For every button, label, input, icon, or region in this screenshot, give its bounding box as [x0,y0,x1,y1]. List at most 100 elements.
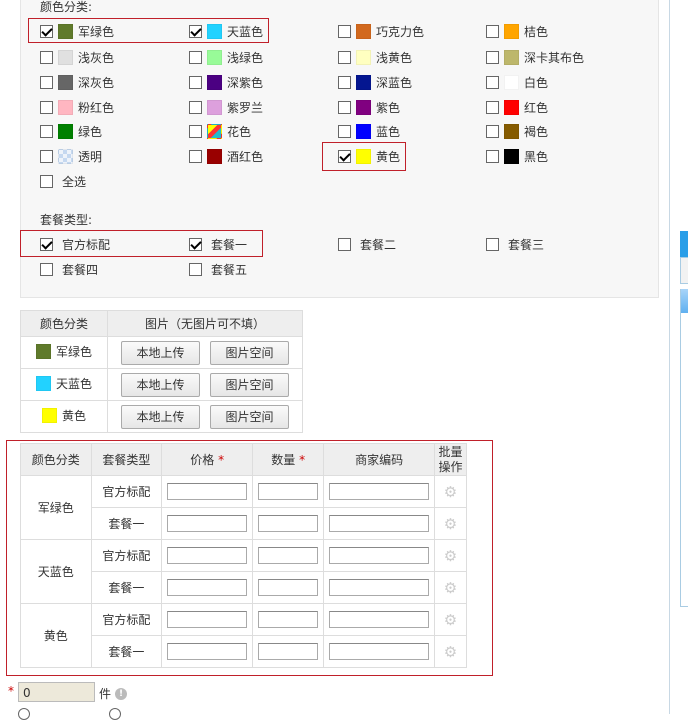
color-label: 桔色 [524,24,549,39]
quantity-input[interactable] [258,643,319,660]
color-option[interactable]: 粉红色 [40,99,114,115]
checkbox[interactable] [486,24,499,38]
gear-icon[interactable]: ⚙ [444,547,457,565]
checkbox[interactable] [486,50,499,64]
side-panel-tab[interactable] [680,231,688,257]
gear-icon[interactable]: ⚙ [444,611,457,629]
checkbox[interactable] [40,174,53,188]
checkbox[interactable] [338,124,351,138]
color-option[interactable]: 红色 [486,99,548,115]
checkbox[interactable] [486,75,499,89]
image-space-button[interactable]: 图片空间 [210,372,289,397]
checkbox[interactable] [189,262,202,276]
quantity-input[interactable] [258,483,319,500]
checkbox[interactable] [486,124,499,138]
color-label: 浅绿色 [227,50,264,65]
color-option[interactable]: 酒红色 [189,148,263,164]
merchant-code-input[interactable] [329,547,430,564]
checkbox[interactable] [486,100,499,114]
color-option[interactable]: 绿色 [40,123,102,139]
merchant-code-input[interactable] [329,515,430,532]
checkbox[interactable] [486,149,499,163]
checkbox[interactable] [189,75,202,89]
color-option[interactable]: 蓝色 [338,123,400,139]
checkbox[interactable] [40,100,53,114]
color-option[interactable]: 浅黄色 [338,49,412,65]
quantity-input[interactable] [258,579,319,596]
color-option[interactable]: 巧克力色 [338,23,424,39]
package-option[interactable]: 官方标配 [40,236,110,252]
color-option[interactable]: 白色 [486,74,548,90]
checkbox[interactable] [338,24,351,38]
image-space-button[interactable]: 图片空间 [210,404,289,429]
color-option[interactable]: 褐色 [486,123,548,139]
checkbox[interactable] [189,100,202,114]
color-option[interactable]: 透明 [40,148,102,164]
color-option[interactable]: 浅灰色 [40,49,114,65]
gear-icon[interactable]: ⚙ [444,579,457,597]
color-label: 花色 [227,124,252,139]
image-space-button[interactable]: 图片空间 [210,340,289,365]
merchant-code-input[interactable] [329,483,430,500]
package-option[interactable]: 套餐三 [486,236,544,252]
checkbox[interactable] [40,124,53,138]
checkbox[interactable] [338,237,351,251]
checkbox[interactable] [40,149,53,163]
checkbox[interactable] [486,237,499,251]
merchant-code-input[interactable] [329,611,430,628]
package-option[interactable]: 套餐五 [189,261,247,277]
col-header: 颜色分类 [20,310,108,337]
checkbox[interactable] [189,149,202,163]
color-option[interactable]: 浅绿色 [189,49,263,65]
package-option[interactable]: 套餐二 [338,236,396,252]
checkbox[interactable] [338,50,351,64]
info-icon[interactable]: ! [115,688,127,700]
checkbox[interactable] [40,237,53,251]
quantity-input[interactable] [258,547,319,564]
checkbox[interactable] [40,262,53,276]
price-input[interactable] [167,483,248,500]
package-label: 套餐五 [211,262,248,277]
local-upload-button[interactable]: 本地上传 [121,340,200,365]
checkbox[interactable] [189,237,202,251]
price-input[interactable] [167,515,248,532]
checkbox[interactable] [338,75,351,89]
gear-icon[interactable]: ⚙ [444,483,457,501]
local-upload-button[interactable]: 本地上传 [121,404,200,429]
color-option[interactable]: 深灰色 [40,74,114,90]
package-option[interactable]: 套餐一 [189,236,247,252]
color-option[interactable]: 桔色 [486,23,548,39]
color-label: 蓝色 [376,124,401,139]
select-all-checkbox[interactable]: 全选 [40,173,86,189]
color-option[interactable]: 花色 [189,123,251,139]
checkbox[interactable] [189,50,202,64]
local-upload-button[interactable]: 本地上传 [121,372,200,397]
total-quantity-input[interactable]: 0 [18,682,95,702]
price-input[interactable] [167,547,248,564]
table-row: 黄色 官方标配 ⚙ [20,603,467,668]
quantity-input[interactable] [258,611,319,628]
price-input[interactable] [167,643,248,660]
color-option[interactable]: 紫色 [338,99,400,115]
gear-icon[interactable]: ⚙ [444,515,457,533]
price-input[interactable] [167,611,248,628]
gear-icon[interactable]: ⚙ [444,643,457,661]
color-label: 巧克力色 [376,24,425,39]
color-option[interactable]: 深卡其布色 [486,49,584,65]
checkbox[interactable] [189,124,202,138]
package-option[interactable]: 套餐四 [40,261,98,277]
color-option[interactable]: 深蓝色 [338,74,412,90]
color-option[interactable]: 黑色 [486,148,548,164]
radio-icon[interactable] [109,708,121,720]
merchant-code-input[interactable] [329,579,430,596]
price-input[interactable] [167,579,248,596]
radio-icon[interactable] [18,708,30,720]
quantity-input[interactable] [258,515,319,532]
color-option[interactable]: 深紫色 [189,74,263,90]
color-swatch-icon [58,49,73,65]
checkbox[interactable] [40,75,53,89]
checkbox[interactable] [40,50,53,64]
merchant-code-input[interactable] [329,643,430,660]
color-option[interactable]: 紫罗兰 [189,99,263,115]
checkbox[interactable] [338,100,351,114]
